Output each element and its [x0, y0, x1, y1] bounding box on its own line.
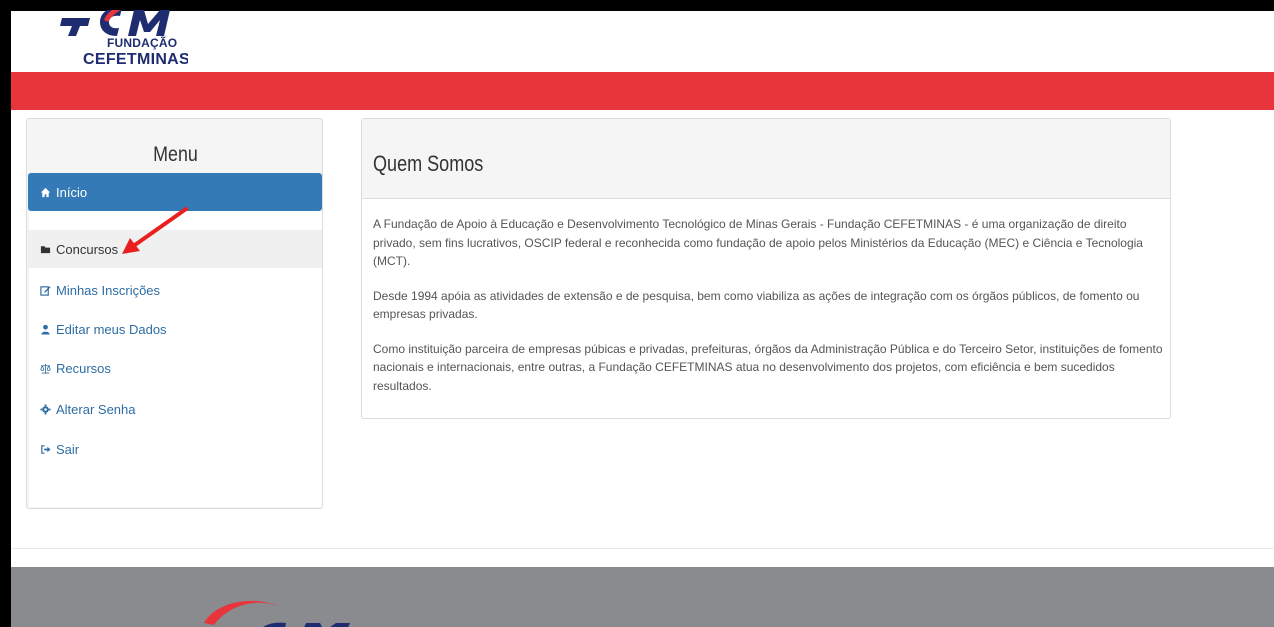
logout-icon: [41, 444, 51, 454]
site-logo[interactable]: FUNDAÇÃO CEFETMINAS: [48, 10, 188, 72]
logo-text-cefetminas: CEFETMINAS: [83, 51, 188, 68]
folder-icon: [40, 245, 51, 253]
sidebar-item-recursos[interactable]: Recursos: [28, 349, 322, 387]
menu-title: Menu: [153, 143, 198, 166]
home-icon: [40, 187, 51, 197]
sidebar-item-sair[interactable]: Sair: [28, 430, 322, 468]
edit-icon: [40, 285, 51, 296]
page-title: Quem Somos: [373, 151, 484, 176]
about-paragraph: Desde 1994 apóia as atividades de extens…: [373, 288, 1140, 322]
menu-footer-strip: [29, 489, 322, 507]
about-paragraph: Como instituição parceira de empresas pú…: [373, 341, 1163, 393]
balance-scale-icon: [40, 363, 51, 373]
about-paragraph: A Fundação de Apoio à Educação e Desenvo…: [373, 217, 1143, 268]
red-arrow-icon: [122, 207, 188, 254]
logo-text-fundacao: FUNDAÇÃO: [107, 36, 178, 50]
sidebar-item-label: Editar meus Dados: [56, 321, 167, 337]
page-footer: [11, 567, 1274, 627]
sidebar-item-label: Sair: [56, 441, 80, 457]
sidebar-item-label: Recursos: [56, 360, 111, 376]
sidebar-item-minhas-inscricoes[interactable]: Minhas Inscrições: [28, 271, 322, 309]
panel-heading: Quem Somos: [362, 119, 1170, 199]
page-divider: [11, 548, 1274, 549]
sidebar-item-label: Concursos: [56, 241, 119, 257]
logo-mark-icon: [60, 10, 170, 36]
sidebar-item-alterar-senha[interactable]: Alterar Senha: [28, 390, 322, 428]
panel-body: A Fundação de Apoio à Educação e Desenvo…: [373, 215, 1163, 411]
gear-icon: [40, 403, 51, 415]
sidebar-item-label: Alterar Senha: [56, 401, 136, 417]
screen-frame-left: [0, 0, 11, 627]
user-icon: [41, 324, 50, 335]
footer-logo-icon: [204, 600, 350, 627]
header-red-bar: [11, 72, 1274, 110]
sidebar-item-label: Minhas Inscrições: [56, 282, 161, 298]
sidebar-item-editar-dados[interactable]: Editar meus Dados: [28, 310, 322, 348]
sidebar-item-label: Início: [56, 184, 88, 200]
about-panel: Quem Somos A Fundação de Apoio à Educaçã…: [361, 118, 1171, 419]
screen-frame-top: [0, 0, 1274, 11]
